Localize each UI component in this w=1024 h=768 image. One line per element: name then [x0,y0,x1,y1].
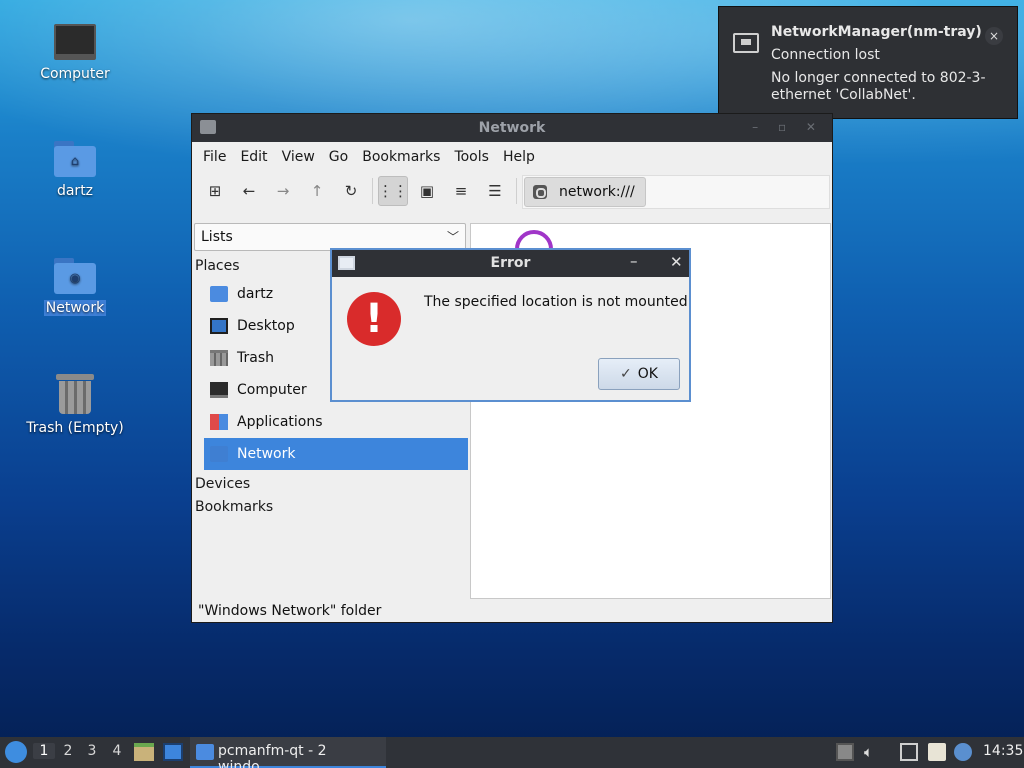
minimize-button[interactable]: – [630,252,638,270]
desktop-icon-computer[interactable]: Computer [20,24,130,82]
desktop-icon [210,318,228,334]
status-bar-text: "Windows Network" folder [198,603,382,619]
computer-icon [54,24,96,60]
reload-icon[interactable]: ↻ [336,176,366,206]
start-menu-icon[interactable] [5,741,27,763]
desktop-icon-network[interactable]: ◉ Network [20,258,130,316]
toolbar-separator [372,178,373,204]
taskbar: 1 2 3 4 pcmanfm-qt - 2 windo… 🔈︎ 14:35 [0,737,1024,768]
path-crumb-network[interactable]: network:/// [524,177,646,207]
removable-media-icon[interactable] [836,743,854,761]
error-dialog: Error – ✕ ! The specified location is no… [330,248,691,402]
checkmark-icon: ✓ [620,366,632,382]
dialog-message: The specified location is not mounted [424,294,688,310]
detailed-list-view-icon[interactable]: ☰ [480,176,510,206]
notification-body: No longer connected to 802-3-ethernet 'C… [771,70,986,103]
close-button[interactable]: ✕ [670,253,683,271]
show-desktop-icon[interactable] [163,743,183,761]
back-arrow-icon[interactable]: ← [234,176,264,206]
trash-icon [210,350,228,366]
workspace-3[interactable]: 3 [81,743,103,759]
menu-bookmarks[interactable]: Bookmarks [355,149,447,165]
dialog-titlebar[interactable]: Error – ✕ [332,250,689,277]
devices-header[interactable]: Devices [195,476,250,492]
menu-edit[interactable]: Edit [233,149,274,165]
network-folder-icon: ◉ [54,258,96,294]
path-bar[interactable]: network:/// [522,175,830,209]
error-icon: ! [347,292,401,346]
window-controls[interactable]: – ▫ ✕ [752,120,824,134]
new-tab-icon[interactable]: ⊞ [200,176,230,206]
notification-title: NetworkManager(nm-tray) [771,24,982,40]
file-manager-launcher-icon[interactable] [134,743,154,761]
sidebar-item-label: Computer [237,382,307,398]
network-icon [210,446,228,462]
menu-file[interactable]: File [196,149,233,165]
workspace-1[interactable]: 1 [33,743,55,759]
up-arrow-icon[interactable]: ↑ [302,176,332,206]
chevron-down-icon: ﹀ [446,230,459,244]
notification-close-button[interactable]: × [985,27,1003,45]
desktop-icon-label: Computer [40,66,110,82]
sidebar-item-applications[interactable]: Applications [204,406,468,438]
menu-view[interactable]: View [275,149,322,165]
sidebar-item-label: dartz [237,286,274,302]
clipboard-icon[interactable] [928,743,946,761]
trash-icon [56,374,94,414]
toolbar: ⊞ ← → ↑ ↻ ⋮⋮ ▣ ≡ ☰ network:/// [192,172,832,214]
task-label: pcmanfm-qt - 2 windo… [218,743,327,768]
clock[interactable]: 14:35 [983,743,1023,759]
notification-subtitle: Connection lost [771,47,880,63]
window-title: Network [478,120,546,136]
ok-button[interactable]: ✓ OK [598,358,680,390]
menu-help[interactable]: Help [496,149,542,165]
menu-go[interactable]: Go [322,149,355,165]
network-tray-icon[interactable] [900,743,918,761]
sidebar-item-label: Network [237,446,296,462]
home-folder-icon: ⌂ [54,141,96,177]
computer-icon [210,382,228,398]
icon-view-icon[interactable]: ⋮⋮ [378,176,408,206]
home-folder-icon [210,286,228,302]
bookmarks-header[interactable]: Bookmarks [195,499,273,515]
update-notifier-icon[interactable] [954,743,972,761]
window-titlebar[interactable]: Network – ▫ ✕ [192,114,832,142]
desktop-icon-label: Trash (Empty) [26,420,124,436]
workspace-2[interactable]: 2 [57,743,79,759]
volume-icon[interactable]: 🔈︎ [864,743,882,761]
taskbar-task-pcmanfm[interactable]: pcmanfm-qt - 2 windo… [190,737,386,768]
folder-icon [196,744,214,760]
desktop-icon-label: Network [43,300,107,316]
compact-view-icon[interactable]: ≡ [446,176,476,206]
notification-popup[interactable]: NetworkManager(nm-tray) Connection lost … [718,6,1018,119]
desktop-icon-trash[interactable]: Trash (Empty) [20,374,130,436]
sidebar-item-label: Trash [237,350,274,366]
thumbnail-view-icon[interactable]: ▣ [412,176,442,206]
side-pane-mode-value: Lists [201,229,233,245]
side-pane-mode-select[interactable]: Lists ﹀ [194,223,466,251]
menu-tools[interactable]: Tools [447,149,496,165]
menu-bar: File Edit View Go Bookmarks Tools Help [192,142,832,172]
workspace-4[interactable]: 4 [106,743,128,759]
sidebar-item-label: Desktop [237,318,295,334]
toolbar-separator [516,178,517,204]
sidebar-item-network[interactable]: Network [204,438,468,470]
applications-icon [210,414,228,430]
forward-arrow-icon[interactable]: → [268,176,298,206]
ok-button-label: OK [637,366,658,382]
sidebar-item-label: Applications [237,414,323,430]
desktop-icon-label: dartz [56,183,94,199]
desktop-icon-home[interactable]: ⌂ dartz [20,141,130,199]
network-wired-icon [733,33,759,53]
